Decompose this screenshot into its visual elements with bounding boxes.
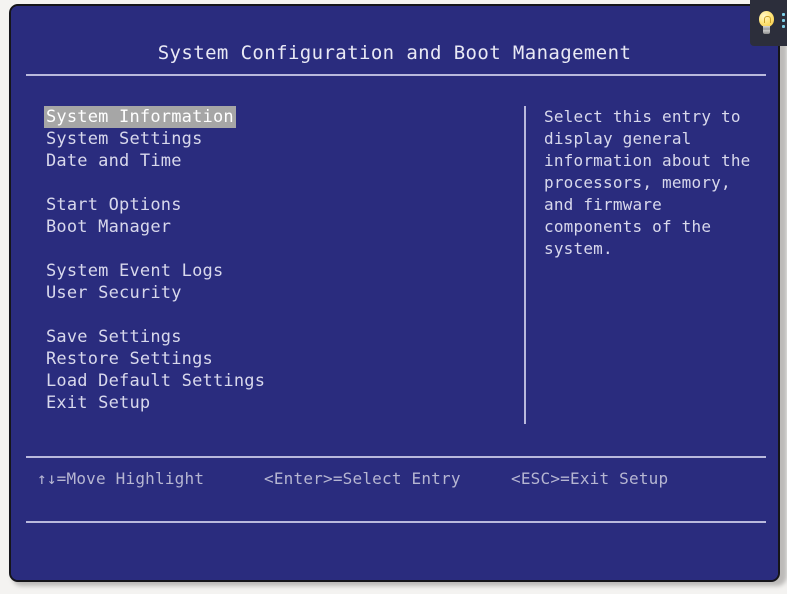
menu-item-date-and-time[interactable]: Date and Time xyxy=(44,150,184,172)
divider-vertical xyxy=(524,106,526,424)
menu-item-system-settings[interactable]: System Settings xyxy=(44,128,205,150)
lightbulb-base xyxy=(763,26,770,34)
menu-item-restore-settings[interactable]: Restore Settings xyxy=(44,348,215,370)
indicator-dot xyxy=(782,19,785,22)
menu-item-system-information[interactable]: System Information xyxy=(44,106,236,128)
help-text-line: Select this entry to xyxy=(544,107,741,126)
help-text-line: information about the xyxy=(544,151,751,170)
key-hint-bar: ↑↓=Move Highlight <Enter>=Select Entry <… xyxy=(11,469,778,495)
divider-middle xyxy=(26,456,766,458)
menu-item-user-security[interactable]: User Security xyxy=(44,282,184,304)
page-title: System Configuration and Boot Management xyxy=(157,42,632,64)
menu-spacer xyxy=(44,304,484,326)
menu-item-save-settings[interactable]: Save Settings xyxy=(44,326,184,348)
widget-indicator-dots xyxy=(782,13,786,33)
help-text-line: and firmware xyxy=(544,195,662,214)
menu-item-system-event-logs[interactable]: System Event Logs xyxy=(44,260,225,282)
menu-item-exit-setup[interactable]: Exit Setup xyxy=(44,392,152,414)
help-panel: Select this entry to display general infor… xyxy=(544,106,774,260)
divider-bottom xyxy=(26,521,766,523)
hint-overlay-widget[interactable] xyxy=(750,0,787,46)
menu-spacer xyxy=(44,172,484,194)
hint-select-entry: <Enter>=Select Entry xyxy=(264,469,461,488)
hint-move-highlight: ↑↓=Move Highlight xyxy=(37,469,205,488)
menu-item-load-default-settings[interactable]: Load Default Settings xyxy=(44,370,267,392)
help-text-line: components of the xyxy=(544,217,712,236)
bios-setup-window: System Configuration and Boot Management… xyxy=(9,4,780,582)
menu-item-start-options[interactable]: Start Options xyxy=(44,194,184,216)
hint-exit-setup: <ESC>=Exit Setup xyxy=(511,469,669,488)
indicator-dot xyxy=(782,25,785,28)
bios-canvas: System Configuration and Boot Management… xyxy=(11,6,778,580)
lightbulb-filament xyxy=(764,16,771,23)
screen-root: System Configuration and Boot Management… xyxy=(0,0,787,594)
main-menu: System Information System Settings Date an… xyxy=(44,106,484,414)
menu-spacer xyxy=(44,238,484,260)
menu-item-boot-manager[interactable]: Boot Manager xyxy=(44,216,173,238)
lightbulb-icon xyxy=(758,11,775,35)
indicator-dot xyxy=(782,13,785,16)
divider-top xyxy=(26,74,766,76)
help-text-line: processors, memory, xyxy=(544,173,731,192)
help-text-line: system. xyxy=(544,239,613,258)
help-text-line: display general xyxy=(544,129,692,148)
